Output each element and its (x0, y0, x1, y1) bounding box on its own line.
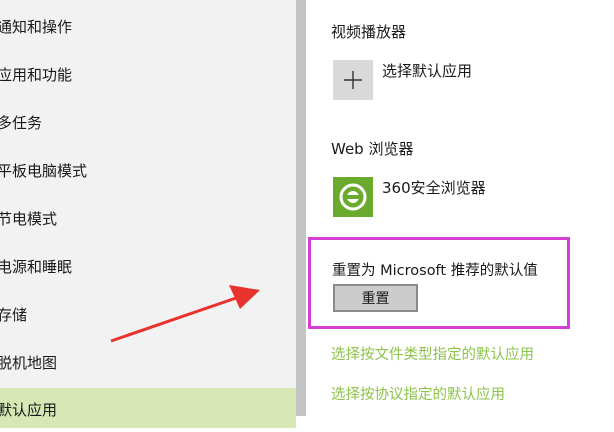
sidebar-item-label: 平板电脑模式 (0, 162, 88, 180)
web-browser-title: Web 浏览器 (331, 140, 414, 158)
settings-sidebar: 通知和操作 应用和功能 多任务 平板电脑模式 节电模式 电源和睡眠 存储 脱机地… (0, 0, 296, 428)
sidebar-item-label: 节电模式 (0, 210, 58, 228)
sidebar-item-storage[interactable]: 存储 (0, 299, 296, 331)
sidebar-item-battery-saver[interactable]: 节电模式 (0, 203, 296, 235)
sidebar-item-offline-maps[interactable]: 脱机地图 (0, 347, 296, 379)
sidebar-item-default-apps[interactable]: 默认应用 (0, 388, 296, 428)
choose-defaults-by-file-type-link[interactable]: 选择按文件类型指定的默认应用 (331, 343, 534, 364)
sidebar-item-label: 默认应用 (0, 401, 58, 419)
video-player-choose-button[interactable]: 选择默认应用 (333, 60, 593, 100)
plus-icon (333, 60, 373, 100)
sidebar-scrollbar[interactable] (296, 0, 306, 416)
web-browser-app-button[interactable]: 360安全浏览器 (333, 177, 593, 217)
360-browser-icon (333, 177, 373, 217)
sidebar-item-notifications[interactable]: 通知和操作 (0, 11, 296, 43)
sidebar-item-tablet-mode[interactable]: 平板电脑模式 (0, 155, 296, 187)
sidebar-item-label: 脱机地图 (0, 354, 58, 372)
sidebar-item-apps-features[interactable]: 应用和功能 (0, 59, 296, 91)
sidebar-item-label: 多任务 (0, 114, 43, 132)
main-content: 视频播放器 选择默认应用 Web 浏览器 360安全浏览器 重置为 Micros… (306, 0, 614, 416)
sidebar-item-label: 通知和操作 (0, 18, 73, 36)
sidebar-item-label: 存储 (0, 306, 28, 324)
sidebar-item-power-sleep[interactable]: 电源和睡眠 (0, 251, 296, 283)
web-browser-app-label: 360安全浏览器 (382, 179, 486, 197)
video-player-choose-label: 选择默认应用 (382, 62, 473, 80)
video-player-title: 视频播放器 (331, 23, 407, 41)
choose-defaults-by-protocol-link[interactable]: 选择按协议指定的默认应用 (331, 383, 505, 404)
sidebar-item-multitasking[interactable]: 多任务 (0, 107, 296, 139)
reset-title: 重置为 Microsoft 推荐的默认值 (332, 263, 538, 279)
reset-highlight-box: 重置为 Microsoft 推荐的默认值 重置 (308, 237, 570, 329)
reset-button[interactable]: 重置 (333, 284, 418, 312)
sidebar-item-label: 电源和睡眠 (0, 258, 73, 276)
sidebar-item-label: 应用和功能 (0, 66, 73, 84)
